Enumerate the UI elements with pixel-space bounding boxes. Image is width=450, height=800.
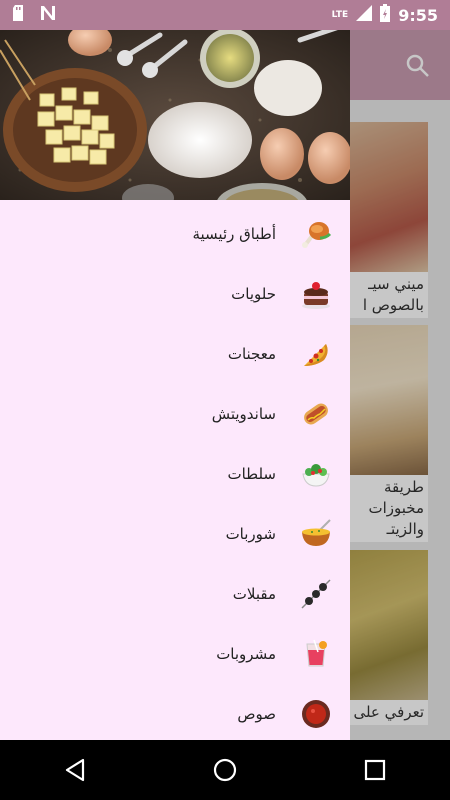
drawer-item-sandwich[interactable]: ساندويتش <box>0 384 350 444</box>
drawer-item-drinks[interactable]: مشروبات <box>0 624 350 684</box>
signal-icon <box>356 5 373 25</box>
pizza-icon <box>298 336 334 372</box>
drawer-item-label: حلويات <box>231 285 276 303</box>
skewer-icon <box>298 576 334 612</box>
n-notification-icon <box>40 5 56 25</box>
drawer-menu: أطباق رئيسية حلويات معجنات ساندويتش سلطا… <box>0 200 350 740</box>
drawer-item-soups[interactable]: شوربات <box>0 504 350 564</box>
battery-icon <box>380 4 391 26</box>
hotdog-icon <box>298 396 334 432</box>
drawer-item-sauce[interactable]: صوص <box>0 684 350 740</box>
drawer-header-image <box>0 30 350 200</box>
navigation-drawer: أطباق رئيسية حلويات معجنات ساندويتش سلطا… <box>0 30 350 740</box>
soup-bowl-icon <box>298 516 334 552</box>
salad-icon <box>298 456 334 492</box>
drawer-item-desserts[interactable]: حلويات <box>0 264 350 324</box>
drawer-item-label: صوص <box>237 705 276 723</box>
drawer-item-label: شوربات <box>225 525 276 543</box>
back-icon[interactable] <box>55 750 95 790</box>
drawer-item-label: معجنات <box>227 345 276 363</box>
cake-icon <box>298 276 334 312</box>
drawer-item-salads[interactable]: سلطات <box>0 444 350 504</box>
drawer-item-main-dishes[interactable]: أطباق رئيسية <box>0 204 350 264</box>
drawer-item-label: مقبلات <box>232 585 276 603</box>
home-icon[interactable] <box>205 750 245 790</box>
drink-glass-icon <box>298 636 334 672</box>
drawer-item-label: ساندويتش <box>211 405 276 423</box>
drawer-item-appetizers[interactable]: مقبلات <box>0 564 350 624</box>
sd-card-icon <box>12 5 26 25</box>
recents-icon[interactable] <box>355 750 395 790</box>
drawer-item-label: سلطات <box>227 465 276 483</box>
drawer-item-label: مشروبات <box>216 645 276 663</box>
drawer-item-pastries[interactable]: معجنات <box>0 324 350 384</box>
status-bar: LTE 9:55 <box>0 0 450 30</box>
chicken-leg-icon <box>298 216 334 252</box>
clock: 9:55 <box>398 5 438 25</box>
sauce-bowl-icon <box>298 696 334 732</box>
network-type: LTE <box>331 10 349 20</box>
system-nav-bar <box>0 740 450 800</box>
drawer-item-label: أطباق رئيسية <box>192 225 276 243</box>
